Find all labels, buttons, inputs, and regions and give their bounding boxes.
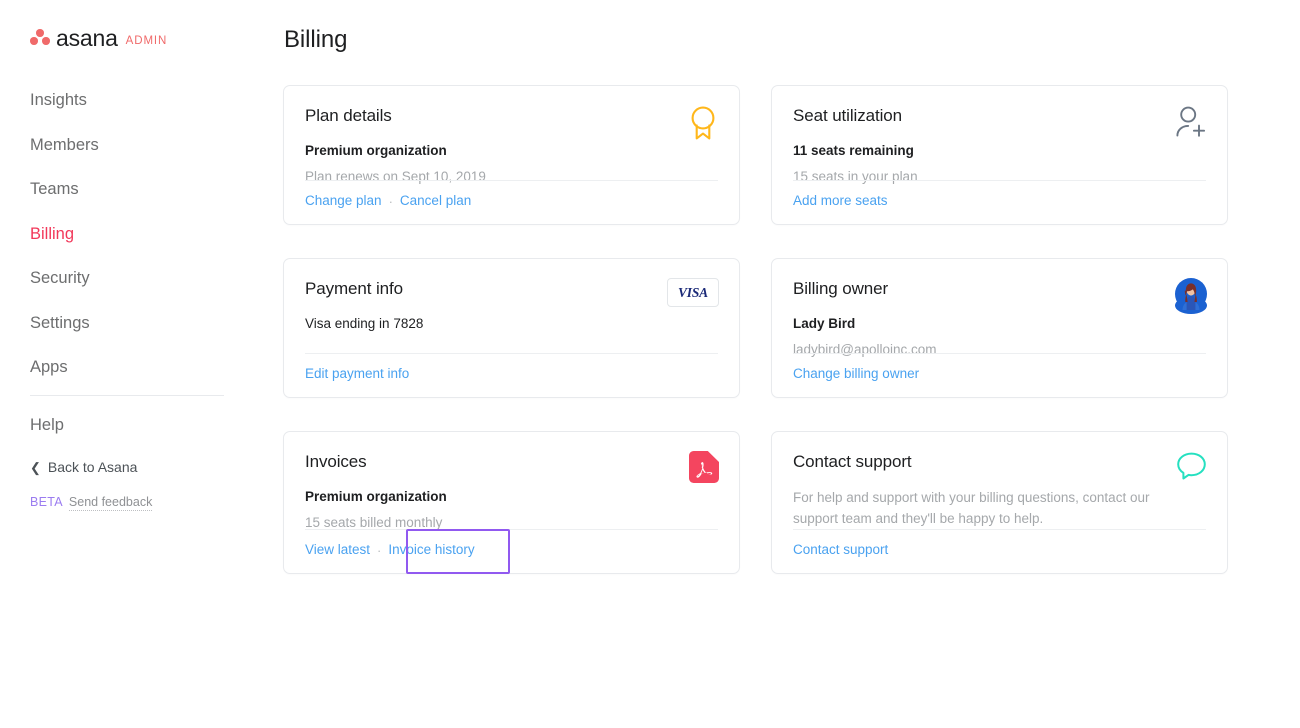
sidebar-item-insights[interactable]: Insights xyxy=(30,83,210,118)
card-title: Billing owner xyxy=(793,279,889,298)
card-contact-support: Contact support For help and support wit… xyxy=(771,431,1228,574)
card-billing-owner: Billing owner Lady Bird ladybird@apolloi… xyxy=(771,258,1228,398)
card-divider xyxy=(305,529,718,530)
invoice-plan-name: Premium organization xyxy=(305,489,447,505)
link-separator: · xyxy=(388,193,393,209)
sidebar-nav: Insights Members Teams Billing Security … xyxy=(30,83,262,385)
sidebar-item-apps[interactable]: Apps xyxy=(30,350,210,385)
card-invoices: Invoices Premium organization 15 seats b… xyxy=(283,431,740,575)
asana-wordmark: asana xyxy=(56,24,118,51)
visa-badge-label: VISA xyxy=(678,284,708,300)
billing-cards-grid: Plan details Premium organization Plan r… xyxy=(283,85,1250,575)
send-feedback-link[interactable]: Send feedback xyxy=(68,495,153,511)
asana-logo: asana xyxy=(30,26,118,49)
award-ribbon-icon xyxy=(687,105,719,146)
contact-support-link[interactable]: Contact support xyxy=(793,541,888,559)
card-divider xyxy=(793,353,1206,354)
card-actions: Change billing owner xyxy=(793,365,919,383)
invoice-history-link[interactable]: Invoice history xyxy=(388,541,474,559)
sidebar: asana ADMIN Insights Members Teams Billi… xyxy=(0,0,262,728)
card-actions: Add more seats xyxy=(793,192,888,210)
sidebar-item-security[interactable]: Security xyxy=(30,261,210,296)
card-title: Invoices xyxy=(305,452,367,471)
chevron-left-icon: ❮ xyxy=(30,459,41,475)
billing-owner-name: Lady Bird xyxy=(793,316,856,332)
plan-renewal-date: Plan renews on Sept 10, 2019 xyxy=(305,168,486,184)
admin-label: ADMIN xyxy=(125,35,168,47)
back-to-asana-link[interactable]: ❮ Back to Asana xyxy=(30,459,180,475)
card-divider xyxy=(305,353,718,354)
add-user-icon xyxy=(1173,105,1207,144)
sidebar-item-members[interactable]: Members xyxy=(30,128,210,163)
avatar xyxy=(1175,278,1207,315)
card-title: Contact support xyxy=(793,452,912,471)
sidebar-item-teams[interactable]: Teams xyxy=(30,172,210,207)
card-actions: Change plan · Cancel plan xyxy=(305,192,471,210)
card-on-file: Visa ending in 7828 xyxy=(305,316,424,332)
pdf-file-icon xyxy=(689,451,719,488)
plan-name: Premium organization xyxy=(305,143,447,159)
sidebar-item-settings[interactable]: Settings xyxy=(30,306,210,341)
sidebar-item-help[interactable]: Help xyxy=(30,410,130,441)
main-content: Billing Plan details Premium organizatio… xyxy=(262,0,1300,728)
change-billing-owner-link[interactable]: Change billing owner xyxy=(793,365,919,383)
seats-remaining: 11 seats remaining xyxy=(793,143,914,159)
beta-feedback-row: BETA Send feedback xyxy=(30,495,262,511)
beta-badge: BETA xyxy=(30,495,63,509)
card-actions: Edit payment info xyxy=(305,365,409,383)
chat-bubble-icon xyxy=(1176,451,1207,487)
card-seat-utilization: Seat utilization 11 seats remaining 15 s… xyxy=(771,85,1228,225)
cancel-plan-link[interactable]: Cancel plan xyxy=(400,192,471,210)
card-title: Payment info xyxy=(305,279,404,298)
asana-dots-logo-icon xyxy=(30,29,50,45)
seats-in-plan: 15 seats in your plan xyxy=(793,168,918,184)
card-plan-details: Plan details Premium organization Plan r… xyxy=(283,85,740,225)
back-to-asana-label: Back to Asana xyxy=(47,459,138,475)
card-divider xyxy=(793,529,1206,530)
edit-payment-info-link[interactable]: Edit payment info xyxy=(305,365,409,383)
change-plan-link[interactable]: Change plan xyxy=(305,192,382,210)
card-title: Plan details xyxy=(305,106,392,125)
sidebar-item-billing[interactable]: Billing xyxy=(30,217,210,252)
sidebar-divider xyxy=(30,394,224,396)
admin-billing-page: asana ADMIN Insights Members Teams Billi… xyxy=(0,0,1300,728)
contact-support-description: For help and support with your billing q… xyxy=(793,490,1150,527)
billing-owner-email: ladybird@apolloinc.com xyxy=(793,341,937,357)
card-actions: View latest · Invoice history xyxy=(305,529,510,575)
card-title: Seat utilization xyxy=(793,106,902,125)
card-actions: Contact support xyxy=(793,541,888,559)
card-divider xyxy=(793,180,1206,181)
card-payment-info: Payment info Visa ending in 7828 Edit pa… xyxy=(283,258,740,398)
view-latest-link[interactable]: View latest xyxy=(305,541,370,559)
brand[interactable]: asana ADMIN xyxy=(30,24,262,50)
card-divider xyxy=(305,180,718,181)
link-separator: · xyxy=(377,542,382,558)
add-more-seats-link[interactable]: Add more seats xyxy=(793,192,888,210)
visa-card-badge-icon: VISA xyxy=(667,278,719,307)
page-title: Billing xyxy=(284,26,348,53)
